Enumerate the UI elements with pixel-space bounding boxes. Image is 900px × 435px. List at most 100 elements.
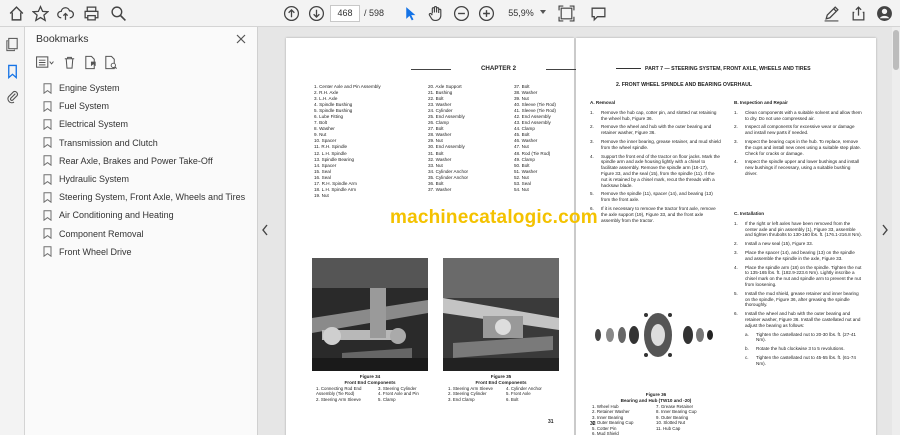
page-thumbnails-icon[interactable] — [5, 37, 20, 52]
procedure-step: 4. Support the front end of the tractor o… — [590, 154, 722, 189]
step-number: 1. — [590, 109, 594, 115]
bookmark-label: Electrical System — [59, 119, 129, 130]
chapter-heading: CHAPTER 2 — [411, 65, 586, 75]
bookmark-item[interactable]: Air Conditioning and Heating — [25, 206, 258, 224]
bookmark-item[interactable]: Rear Axle, Brakes and Power Take-Off — [25, 152, 258, 170]
bookmark-icon — [43, 137, 52, 149]
upload-cloud-icon[interactable] — [57, 5, 74, 22]
step-text: Inspect all components for excessive wea… — [745, 124, 855, 136]
zoom-level-select[interactable]: 55,9% — [500, 5, 542, 22]
step-text: Tighten the castellated nut to 20-30 lbs… — [756, 331, 856, 343]
page-number-31: 31 — [548, 419, 554, 425]
bookmark-item[interactable]: Front Wheel Drive — [25, 243, 258, 261]
step-text: Inspect the spindle upper and lower bush… — [745, 159, 860, 176]
chevron-left-icon[interactable] — [261, 224, 269, 236]
print-icon[interactable] — [83, 5, 100, 22]
figure-35-legend-a: 1. Steering Arm Sleeve 2. Steering Cylind… — [448, 386, 503, 402]
delete-bookmark-icon[interactable] — [62, 55, 77, 70]
attachments-paperclip-icon[interactable] — [5, 89, 20, 104]
procedure-step: 5. Install the mud shield, grease retaine… — [734, 291, 862, 308]
procedure-step: 3. Inspect the bearing cups in the hub. T… — [734, 139, 862, 156]
bookmark-star-icon[interactable] — [32, 5, 49, 22]
hand-tool-icon[interactable] — [427, 5, 444, 22]
bookmarks-icon[interactable] — [5, 64, 20, 79]
legend-entry: 34. Cylinder Anchor — [428, 168, 469, 174]
step-number: 1. — [734, 220, 738, 226]
home-icon[interactable] — [8, 5, 25, 22]
search-icon[interactable] — [110, 5, 127, 22]
document-viewer[interactable]: CHAPTER 2 1. Center Axle and Pin Assembl… — [258, 27, 892, 435]
step-text: Remove the wheel and hub with the outer … — [601, 124, 712, 136]
procedure-step: 2. Inspect all components for excessive w… — [734, 124, 862, 136]
installation-section: C. Installation 1. If the right or left a… — [734, 211, 862, 367]
procedure-step: 5. Remove the spindle (11), spacer (14), … — [590, 191, 722, 203]
page-number-input[interactable]: 468 — [330, 5, 360, 22]
vertical-scrollbar[interactable] — [892, 27, 900, 435]
figure-36-diagram — [590, 293, 722, 391]
step-text: Clean components with a suitable solvent… — [745, 109, 862, 121]
step-text: Support the front end of the tractor on … — [601, 153, 720, 188]
bookmark-item[interactable]: Engine System — [25, 79, 258, 97]
bookmark-icon — [43, 155, 52, 167]
chevron-down-icon[interactable] — [540, 10, 546, 14]
select-cursor-icon[interactable] — [402, 5, 419, 22]
previous-page-icon[interactable] — [283, 5, 300, 22]
bookmark-item[interactable]: Electrical System — [25, 115, 258, 133]
figure-legend-entry: 11. Hub Cap — [656, 425, 681, 431]
bookmark-item[interactable]: Steering System, Front Axle, Wheels and … — [25, 188, 258, 206]
user-account-icon[interactable] — [876, 5, 893, 22]
procedure-step: c. Tighten the castellated nut to 45-55 l… — [734, 355, 862, 367]
sign-pen-icon[interactable] — [823, 5, 840, 22]
left-rail — [0, 27, 25, 435]
bookmark-item[interactable]: Component Removal — [25, 225, 258, 243]
panel-title: Bookmarks — [36, 33, 89, 45]
legend-entry: 30. End Assembly — [428, 144, 465, 150]
procedure-step: 3. Place the spacer (14), and bearing (13… — [734, 250, 862, 262]
step-text: Install the mud shield, grease retainer … — [745, 290, 859, 308]
bookmark-item[interactable]: Fuel System — [25, 97, 258, 115]
parts-legend-col-3: 37. Bolt 38. Washer 39. Nut 40. Sleeve (Tie… — [514, 84, 556, 193]
figure-36-legend-b: 7. Grease Retainer 8. Inner Bearing Cup 9.… — [656, 404, 718, 431]
step-number: 6. — [734, 311, 738, 317]
bookmark-label: Rear Axle, Brakes and Power Take-Off — [59, 155, 213, 166]
bookmark-item[interactable]: Hydraulic System — [25, 170, 258, 188]
procedure-step: 1. Remove the hub cap, cotter pin, and sl… — [590, 110, 722, 122]
figure-36-caption: Figure 36 Bearing and Hub (TW10 and -20) — [620, 392, 692, 403]
add-bookmark-icon[interactable] — [83, 55, 98, 70]
procedure-step: b. Rotate the hub clockwise 3 to 5 revolu… — [734, 346, 862, 352]
bookmark-icon — [43, 192, 52, 203]
procedure-step: 3. Remove the inner bearing, grease retai… — [590, 139, 722, 151]
figure-35-caption: Figure 35 Front End Components — [475, 374, 527, 385]
bookmark-icon — [43, 119, 52, 130]
options-menu-icon[interactable] — [35, 55, 54, 70]
bookmark-properties-icon[interactable] — [103, 55, 118, 70]
scrollbar-thumb[interactable] — [893, 30, 899, 70]
pdf-page-left: CHAPTER 2 1. Center Axle and Pin Assembl… — [286, 38, 586, 435]
bookmark-label: Air Conditioning and Heating — [59, 210, 174, 221]
bookmark-icon — [43, 228, 52, 240]
procedure-step: 4. Place the spindle arm (18) on the spin… — [734, 265, 862, 288]
bookmarks-panel: Bookmarks Engine System Fuel System Electr… — [25, 27, 258, 435]
fit-page-icon[interactable] — [558, 5, 575, 22]
bookmark-label: Front Wheel Drive — [59, 246, 132, 257]
close-icon[interactable] — [235, 32, 247, 44]
next-page-icon[interactable] — [308, 5, 325, 22]
figure-legend-entry: 3. End Clamp — [448, 396, 475, 402]
step-number: c. — [745, 354, 749, 360]
legend-entry: 19. Nut — [314, 192, 329, 198]
bookmark-icon — [43, 210, 52, 221]
inspection-section: B. Inspection and Repair 1. Clean compone… — [734, 100, 862, 176]
zoom-in-icon[interactable] — [478, 5, 495, 22]
step-number: 3. — [590, 138, 594, 144]
step-text: Remove the spindle (11), spacer (14), an… — [601, 191, 713, 203]
chevron-right-icon[interactable] — [881, 224, 889, 236]
page-number-32: 32 — [590, 421, 596, 427]
page-total: / 598 — [364, 8, 385, 18]
share-icon[interactable] — [850, 5, 867, 22]
comment-icon[interactable] — [590, 5, 607, 22]
zoom-out-icon[interactable] — [453, 5, 470, 22]
parts-legend-col-2: 20. Axle Support 21. Bushing 22. Bolt 23. W… — [428, 84, 468, 193]
step-text: Place the spindle arm (18) on the spindl… — [745, 264, 862, 287]
bookmark-item[interactable]: Transmission and Clutch — [25, 134, 258, 152]
step-text: If it is necessary to remove the tractor… — [601, 205, 716, 223]
